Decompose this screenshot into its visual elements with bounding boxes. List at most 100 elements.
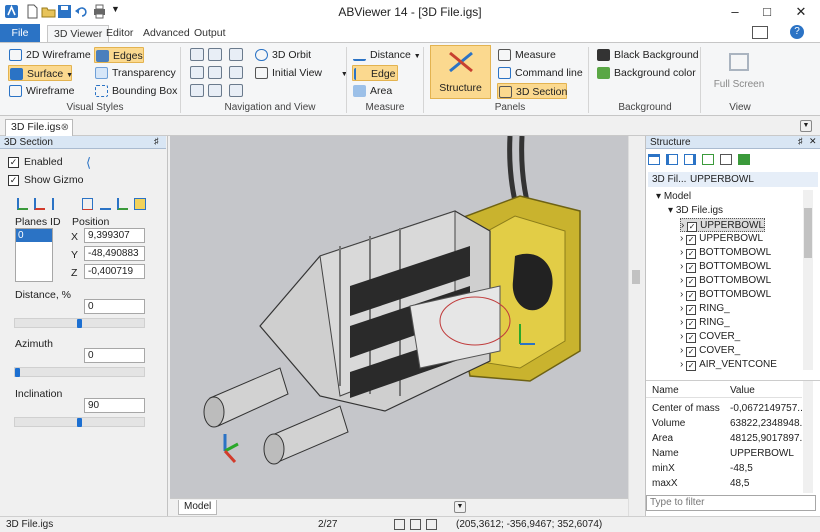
breadcrumb-item[interactable]: UPPERBOWL (690, 172, 754, 187)
tab-advanced[interactable]: Advanced (137, 25, 196, 42)
breadcrumb-item[interactable]: 3D Fil... (652, 172, 686, 187)
planes-id-list[interactable]: 0 (15, 228, 53, 282)
visibility-checkbox[interactable]: ✓ (686, 319, 697, 329)
property-row[interactable]: Name UPPERBOWL (646, 446, 802, 461)
3d-viewport[interactable] (170, 136, 628, 498)
layout-switch-icon[interactable] (752, 26, 768, 39)
azimuth-field[interactable]: 0 (84, 348, 145, 363)
distance-slider[interactable] (14, 318, 145, 328)
remove-plane-icon[interactable] (34, 198, 45, 210)
wireframe-2d-button[interactable]: 2D Wireframe (8, 47, 91, 63)
distance-slider-thumb[interactable] (77, 319, 82, 328)
grid-icon[interactable] (426, 519, 437, 530)
zoom-in-icon[interactable] (190, 48, 204, 61)
azimuth-slider-thumb[interactable] (15, 368, 20, 377)
command-line-button[interactable]: Command line (497, 65, 583, 81)
bounding-box-button[interactable]: Bounding Box (94, 83, 177, 99)
wireframe-button[interactable]: Wireframe (8, 83, 74, 99)
viewport-scrollbar[interactable] (628, 136, 643, 516)
pan-icon[interactable] (190, 66, 204, 79)
azimuth-slider[interactable] (14, 367, 145, 377)
full-screen-button[interactable]: Full Screen (710, 49, 768, 97)
property-row[interactable]: minX -48,5 (646, 461, 802, 476)
show-gizmo-checkbox[interactable]: ✓ (8, 175, 19, 186)
tree-node-item[interactable]: › ✓ COVER_ (680, 344, 740, 358)
tree-node-item[interactable]: › ✓ BOTTOMBOWL (680, 288, 771, 302)
visibility-checkbox[interactable]: ✓ (686, 235, 697, 245)
add-plane-icon[interactable] (17, 198, 28, 210)
3d-orbit-button[interactable]: 3D Orbit (254, 47, 311, 63)
distance-button[interactable]: Distance ▼ (352, 47, 421, 63)
snap-icon[interactable] (394, 519, 405, 530)
tree-node-item[interactable]: › ✓ BOTTOMBOWL (680, 246, 771, 260)
visibility-checkbox[interactable]: ✓ (686, 263, 697, 273)
filter-input[interactable]: Type to filter (646, 495, 816, 511)
align-plane-icon[interactable] (82, 198, 93, 210)
inclination-slider-thumb[interactable] (77, 418, 82, 427)
refresh-icon[interactable] (702, 154, 714, 165)
measure-panel-button[interactable]: Measure (497, 47, 556, 63)
tab-output[interactable]: Output (188, 25, 232, 42)
tab-file[interactable]: File (0, 24, 40, 42)
expand-icon[interactable]: ▾ (668, 205, 676, 216)
properties-scrollbar[interactable] (803, 381, 813, 493)
tree-scrollbar-thumb[interactable] (804, 208, 812, 258)
zoom-window-icon[interactable] (208, 48, 222, 61)
distance-field[interactable]: 0 (84, 299, 145, 314)
columns-view-icon[interactable] (666, 154, 678, 165)
edges-button[interactable]: Edges (94, 47, 144, 63)
structure-button[interactable]: Structure (430, 45, 491, 99)
rotate-icon[interactable] (190, 84, 204, 97)
visibility-checkbox[interactable]: ✓ (686, 305, 697, 315)
3d-section-button[interactable]: 3D Section (497, 83, 567, 99)
list-view-icon[interactable] (648, 154, 660, 165)
visibility-checkbox[interactable]: ✓ (686, 291, 697, 301)
rotate-plane-icon[interactable] (100, 198, 111, 210)
property-row[interactable]: Volume 63822,2348948... (646, 416, 802, 431)
model-tab[interactable]: Model (178, 500, 218, 515)
fit-icon[interactable] (208, 66, 222, 79)
inclination-field[interactable]: 90 (84, 398, 145, 413)
view-icon[interactable] (208, 84, 222, 97)
position-z-field[interactable]: -0,400719 (84, 264, 145, 279)
black-background-button[interactable]: Black Background (596, 47, 699, 63)
tree-node-item[interactable]: › ✓ UPPERBOWL (680, 218, 766, 232)
tree-node-item[interactable]: › ✓ AIR_VENTCONE (680, 358, 777, 372)
move-plane-icon[interactable] (117, 198, 128, 210)
import-icon[interactable] (738, 154, 750, 165)
property-row[interactable]: Area 48125,9017897... (646, 431, 802, 446)
visibility-checkbox[interactable]: ✓ (686, 347, 697, 357)
visibility-checkbox[interactable]: ✓ (686, 333, 697, 343)
ortho-icon[interactable] (410, 519, 421, 530)
close-tab-icon[interactable]: ⊗ (61, 120, 69, 135)
pin-icon[interactable]: ♯ (154, 136, 159, 146)
edge-button[interactable]: Edge (352, 65, 398, 81)
tree-node-item[interactable]: › ✓ UPPERBOWL (680, 232, 763, 246)
section-box-icon[interactable] (134, 198, 146, 210)
inclination-slider[interactable] (14, 417, 145, 427)
tree-node-item[interactable]: › ✓ RING_ (680, 316, 730, 330)
property-row[interactable]: Center of mass -0,0672149757... (646, 401, 802, 416)
visibility-checkbox[interactable]: ✓ (686, 277, 697, 287)
document-tab[interactable]: 3D File.igs ⊗ (5, 119, 73, 136)
position-x-field[interactable]: 9,399307 (84, 228, 145, 243)
export-icon[interactable] (720, 154, 732, 165)
tree-node-item[interactable]: › ✓ BOTTOMBOWL (680, 274, 771, 288)
visibility-checkbox[interactable]: ✓ (687, 222, 698, 232)
split-view-icon[interactable] (684, 154, 696, 165)
help-icon[interactable]: ? (790, 25, 804, 39)
reset-section-icon[interactable]: ⟨ (86, 155, 91, 171)
hand-icon[interactable] (229, 84, 243, 97)
pin-icon[interactable]: ♯ (798, 136, 803, 146)
minimize-button[interactable]: – (718, 0, 752, 24)
layouts-dropdown-icon[interactable]: ▼ (454, 501, 466, 513)
initial-view-button[interactable]: Initial View ▼ (254, 65, 348, 81)
ribbon-collapse-icon[interactable]: ▼ (800, 120, 812, 132)
background-color-button[interactable]: Background color (596, 65, 696, 81)
tree-node-item[interactable]: › ✓ COVER_ (680, 330, 740, 344)
scrollbar-thumb[interactable] (632, 270, 640, 284)
tree-node-item[interactable]: › ✓ BOTTOMBOWL (680, 260, 771, 274)
visibility-checkbox[interactable]: ✓ (686, 249, 697, 259)
close-button[interactable]: ✕ (784, 0, 818, 24)
position-y-field[interactable]: -48,490883 (84, 246, 145, 261)
